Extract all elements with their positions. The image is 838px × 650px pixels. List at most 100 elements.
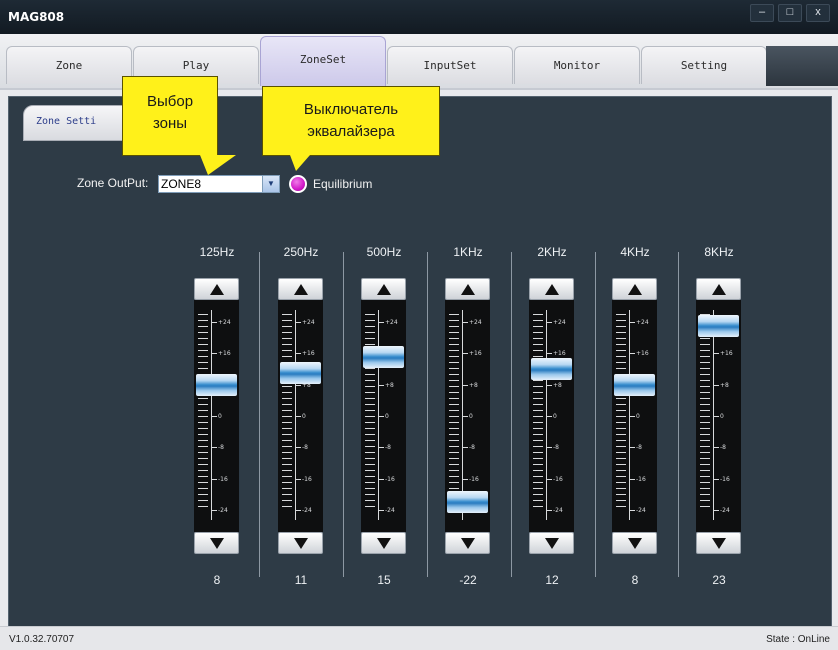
connection-state: State : OnLine	[766, 634, 830, 645]
eq-slider-handle[interactable]	[363, 346, 404, 369]
tab-zone[interactable]: Zone	[6, 46, 132, 84]
tab-bar-end	[766, 46, 838, 86]
eq-scale-tick	[714, 416, 719, 417]
eq-scale-tick	[379, 510, 384, 511]
eq-scale-label: +24	[636, 319, 649, 326]
arrow-up-icon	[210, 284, 224, 295]
eq-scale-ticks	[282, 314, 292, 510]
eq-up-button[interactable]	[529, 278, 574, 300]
eq-slider-track[interactable]: +24+16+80-8-16-24	[278, 300, 323, 532]
window-controls: – □ x	[750, 4, 830, 22]
eq-scale-tick	[630, 416, 635, 417]
eq-band-value: 8	[631, 573, 639, 587]
eq-scale-tick	[547, 384, 552, 386]
eq-scale-label: -8	[636, 444, 642, 452]
eq-scale-tick	[379, 447, 384, 449]
arrow-down-icon	[377, 538, 391, 549]
eq-scale-label: -16	[636, 475, 646, 483]
eq-band-frequency: 250Hz	[283, 245, 319, 259]
equilibrium-label: Equilibrium	[313, 177, 373, 191]
eq-down-button[interactable]	[278, 532, 323, 554]
eq-up-button[interactable]	[445, 278, 490, 300]
eq-down-button[interactable]	[696, 532, 741, 554]
eq-scale-tick	[296, 478, 301, 480]
chevron-down-icon[interactable]: ▼	[262, 176, 279, 192]
tab-zoneset[interactable]: ZoneSet	[260, 36, 386, 86]
eq-band: 2KHz +24 +16 +8 0 -8 -16 -24 12	[517, 240, 587, 600]
arrow-up-icon	[628, 284, 642, 295]
eq-band-separator	[427, 252, 428, 577]
eq-down-button[interactable]	[445, 532, 490, 554]
eq-slider-handle[interactable]	[698, 314, 739, 337]
close-button[interactable]: x	[806, 4, 830, 22]
eq-scale-tick	[463, 447, 468, 449]
arrow-up-icon	[545, 284, 559, 295]
eq-scale-label: -16	[553, 475, 563, 483]
eq-up-button[interactable]	[361, 278, 406, 300]
eq-down-button[interactable]	[529, 532, 574, 554]
eq-scale-tick	[547, 447, 552, 449]
eq-scale-tick	[547, 478, 552, 480]
eq-scale-label: -16	[302, 475, 312, 483]
eq-band-separator	[678, 252, 679, 577]
equilibrium-toggle[interactable]	[289, 175, 307, 193]
eq-scale-label: -16	[385, 475, 395, 483]
eq-slider-track[interactable]: +24+16+80-8-16-24	[445, 300, 490, 532]
eq-scale-line	[713, 310, 714, 520]
eq-scale-tick	[547, 322, 552, 323]
eq-slider-track[interactable]: +24+16+80-8-16-24	[612, 300, 657, 532]
eq-scale-tick	[714, 384, 719, 386]
minimize-button[interactable]: –	[750, 4, 774, 22]
eq-up-button[interactable]	[278, 278, 323, 300]
eq-scale-tick	[212, 447, 217, 449]
zone-output-select[interactable]: ZONE8 ▼	[158, 175, 280, 193]
eq-scale-label: +16	[302, 350, 315, 358]
eq-scale-ticks	[198, 314, 208, 510]
eq-up-button[interactable]	[696, 278, 741, 300]
eq-down-button[interactable]	[194, 532, 239, 554]
title-bar: MAG808 – □ x	[0, 0, 838, 34]
eq-scale-tick	[296, 447, 301, 449]
eq-scale-tick	[379, 416, 384, 417]
tab-inputset[interactable]: InputSet	[387, 46, 513, 84]
arrow-down-icon	[712, 538, 726, 549]
annotation-pointer	[290, 155, 310, 171]
eq-scale-tick	[379, 478, 384, 480]
eq-scale-label: 0	[385, 413, 389, 420]
eq-scale-tick	[296, 384, 301, 386]
eq-slider-track[interactable]: +24+16+80-8-16-24	[696, 300, 741, 532]
eq-slider-handle[interactable]	[531, 358, 572, 380]
eq-scale-tick	[296, 416, 301, 417]
eq-scale-tick	[212, 478, 217, 480]
eq-scale-tick	[296, 353, 301, 355]
eq-scale-line	[378, 310, 379, 520]
eq-scale-label: +8	[553, 381, 562, 389]
eq-up-button[interactable]	[194, 278, 239, 300]
eq-slider-handle[interactable]	[614, 373, 655, 396]
eq-scale-ticks	[365, 314, 375, 510]
eq-scale-tick	[630, 353, 635, 355]
eq-slider-track[interactable]: +24+16+80-8-16-24	[194, 300, 239, 532]
eq-slider-handle[interactable]	[196, 373, 237, 396]
eq-slider-track[interactable]: +24+16+80-8-16-24	[529, 300, 574, 532]
app-window: MAG808 – □ x Zone Play ZoneSet InputSet …	[0, 0, 838, 650]
eq-scale-label: +16	[636, 350, 649, 358]
eq-scale-label: -24	[553, 507, 563, 514]
tab-monitor[interactable]: Monitor	[514, 46, 640, 84]
eq-down-button[interactable]	[361, 532, 406, 554]
eq-band-frequency: 125Hz	[199, 245, 235, 259]
eq-band: 1KHz+24+16+80-8-16-24-22	[433, 240, 503, 600]
eq-slider-handle[interactable]	[447, 491, 488, 514]
arrow-up-icon	[712, 284, 726, 295]
maximize-button[interactable]: □	[778, 4, 802, 22]
eq-scale-label: -8	[469, 444, 475, 452]
eq-up-button[interactable]	[612, 278, 657, 300]
eq-slider-track[interactable]: +24+16+80-8-16-24	[361, 300, 406, 532]
eq-down-button[interactable]	[612, 532, 657, 554]
eq-scale-label: -8	[218, 444, 224, 452]
eq-scale-label: +8	[720, 381, 729, 389]
eq-scale-line	[211, 310, 212, 520]
tab-setting[interactable]: Setting	[641, 46, 767, 84]
eq-slider-handle[interactable]	[280, 361, 321, 384]
eq-scale-label: +16	[720, 350, 733, 358]
